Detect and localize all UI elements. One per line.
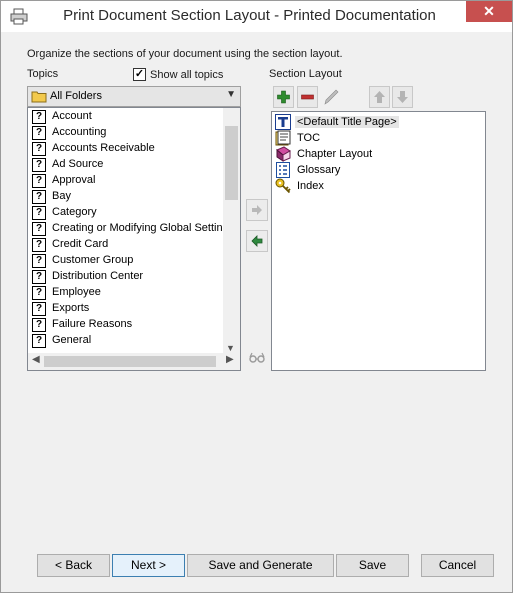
list-item-label: Bay — [52, 190, 71, 202]
folder-select[interactable]: All Folders ▼ — [27, 86, 241, 107]
dialog-window: Print Document Section Layout - Printed … — [0, 0, 513, 593]
help-topic-icon: ? — [32, 142, 46, 156]
remove-section-button[interactable] — [297, 86, 318, 108]
scroll-down-icon[interactable]: ▼ — [226, 343, 235, 353]
list-item-label: Employee — [52, 286, 101, 298]
chapter-book-icon — [276, 146, 291, 162]
folder-icon — [31, 91, 47, 103]
help-topic-icon: ? — [32, 206, 46, 220]
close-button[interactable]: ✕ — [466, 1, 512, 22]
section-layout-label: Section Layout — [269, 68, 342, 80]
help-topic-icon: ? — [32, 286, 46, 300]
show-all-topics-checkbox[interactable]: ✓ — [133, 68, 146, 81]
help-topic-icon: ? — [32, 270, 46, 284]
cancel-button[interactable]: Cancel — [421, 554, 494, 577]
instruction-text: Organize the sections of your document u… — [27, 48, 343, 60]
add-section-button[interactable] — [273, 86, 294, 108]
list-item-label: Failure Reasons — [52, 318, 133, 330]
list-item-label: General — [52, 334, 92, 346]
vertical-scrollbar[interactable]: ▼ — [223, 108, 240, 355]
help-topic-icon: ? — [32, 222, 46, 236]
list-item-label: Account — [52, 110, 92, 122]
scroll-left-icon[interactable]: ◀ — [32, 354, 40, 365]
help-topic-icon: ? — [32, 238, 46, 252]
back-button[interactable]: < Back — [37, 554, 110, 577]
list-item-label: Accounts Receivable — [52, 142, 155, 154]
help-topic-icon: ? — [32, 158, 46, 172]
move-section-down-button[interactable] — [392, 86, 413, 108]
help-topic-icon: ? — [32, 302, 46, 316]
help-topic-icon: ? — [32, 254, 46, 268]
list-item-label: Creating or Modifying Global Settings — [52, 222, 235, 234]
list-item-label: Category — [52, 206, 97, 218]
scroll-right-icon[interactable]: ▶ — [226, 354, 234, 365]
preview-glasses-icon — [249, 352, 265, 363]
list-item-label: Approval — [52, 174, 96, 186]
help-topic-icon: ? — [32, 174, 46, 188]
next-button[interactable]: Next > — [112, 554, 185, 577]
show-all-topics-label[interactable]: Show all topics — [150, 69, 223, 81]
remove-icon — [301, 94, 314, 100]
help-topic-icon: ? — [32, 334, 46, 348]
move-down-icon — [397, 91, 408, 103]
chevron-down-icon[interactable]: ▼ — [226, 89, 236, 100]
list-item-label: Distribution Center — [52, 270, 144, 282]
help-topic-icon: ? — [32, 318, 46, 332]
list-item-label: Ad Source — [52, 158, 104, 170]
index-key-icon — [275, 178, 291, 194]
edit-section-button[interactable] — [321, 86, 342, 108]
window-title: Print Document Section Layout - Printed … — [63, 7, 436, 24]
help-topic-icon: ? — [32, 190, 46, 204]
move-up-icon — [374, 91, 385, 103]
move-right-icon — [252, 205, 262, 215]
dialog-footer: < Back Next > Save and Generate Save Can… — [1, 541, 512, 592]
edit-pencil-icon — [324, 89, 339, 105]
list-item-label: Credit Card — [52, 238, 109, 250]
title-bar[interactable]: Print Document Section Layout - Printed … — [1, 1, 512, 32]
scrollbar-thumb[interactable] — [44, 356, 216, 367]
add-icon — [277, 90, 290, 104]
preview-button[interactable] — [246, 346, 268, 368]
move-left-icon — [251, 235, 263, 247]
scrollbar-thumb[interactable] — [225, 126, 238, 200]
remove-from-layout-button[interactable] — [246, 230, 268, 252]
section-layout-list[interactable]: <Default Title Page> TOC Chapter Layout — [271, 111, 486, 371]
horizontal-scrollbar[interactable]: ◀ ▶ — [28, 353, 240, 370]
add-to-layout-button[interactable] — [246, 199, 268, 221]
save-button[interactable]: Save — [336, 554, 409, 577]
save-and-generate-button[interactable]: Save and Generate — [187, 554, 334, 577]
glossary-list-icon — [276, 162, 290, 178]
topics-list[interactable]: ? Account? Accounting? Accounts Receivable?… — [27, 107, 241, 371]
list-item-label: Exports — [52, 302, 90, 314]
topics-label: Topics — [27, 68, 59, 80]
help-topic-icon: ? — [32, 110, 46, 124]
list-item-label: Customer Group — [52, 254, 134, 266]
toc-book-icon — [275, 130, 291, 146]
move-section-up-button[interactable] — [369, 86, 390, 108]
list-item-label: Accounting — [52, 126, 107, 138]
folder-select-value: All Folders — [50, 90, 102, 102]
title-page-icon — [275, 114, 291, 130]
help-topic-icon: ? — [32, 126, 46, 140]
